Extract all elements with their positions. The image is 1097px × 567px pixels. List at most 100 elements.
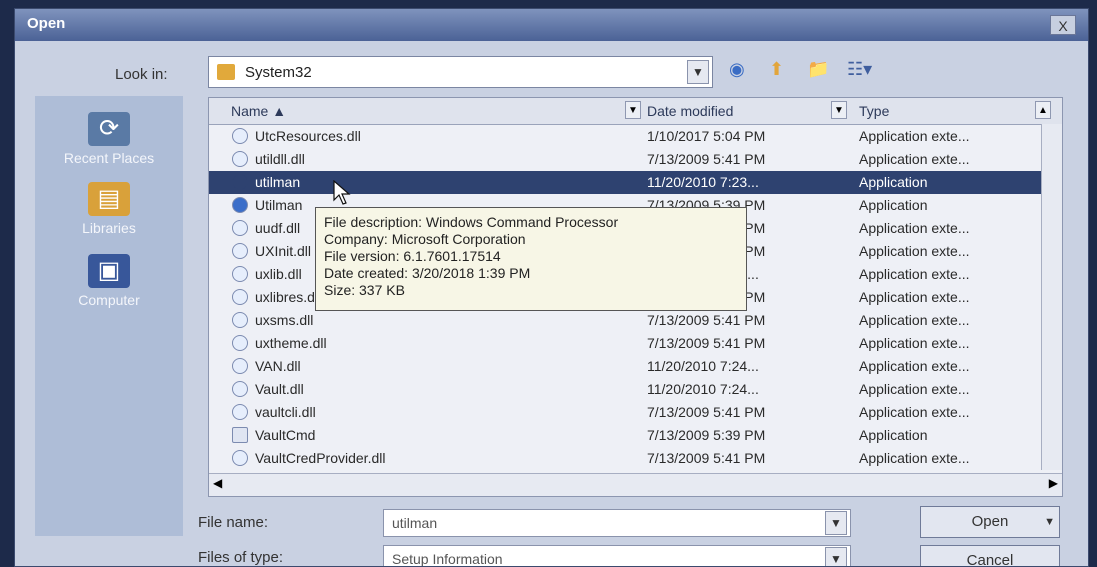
file-name: vaultcli.dll	[255, 404, 316, 420]
cancel-button-label: Cancel	[966, 552, 1014, 567]
file-name-input[interactable]: utilman ▼	[383, 509, 851, 537]
file-date: 1/10/2017 5:04 PM	[647, 128, 766, 144]
new-folder-icon[interactable]: 📁	[807, 59, 829, 80]
list-item[interactable]: VaultCredProvider.dll 7/13/2009 5:41 PM Ap…	[209, 447, 1044, 470]
place-label: Computer	[78, 292, 140, 308]
file-type: Application	[859, 174, 928, 190]
file-date: 7/13/2009 5:41 PM	[647, 151, 766, 167]
file-name: VaultCredProvider.dll	[255, 450, 386, 466]
place-libraries[interactable]: ▤ Libraries	[35, 182, 183, 236]
file-date: 7/13/2009 5:41 PM	[647, 312, 766, 328]
look-in-label: Look in:	[115, 66, 168, 83]
column-type[interactable]: Type	[859, 98, 889, 124]
file-type: Application exte...	[859, 220, 970, 236]
place-label: Libraries	[82, 220, 136, 236]
cancel-button[interactable]: Cancel	[920, 545, 1060, 567]
computer-icon: ▣	[88, 254, 130, 288]
file-date: 11/20/2010 7:24...	[647, 358, 759, 374]
file-info-tooltip: File description: Windows Command Proces…	[315, 207, 747, 311]
close-button[interactable]: X	[1050, 15, 1076, 35]
dll-file-icon	[232, 128, 248, 144]
application-file-icon	[232, 174, 248, 190]
file-name: utildll.dll	[255, 151, 305, 167]
file-type: Application exte...	[859, 404, 970, 420]
place-label: Recent Places	[63, 150, 155, 166]
file-name: VAN.dll	[255, 358, 301, 374]
dll-file-icon	[232, 266, 248, 282]
file-date: 7/13/2009 5:41 PM	[647, 335, 766, 351]
places-bar: ⟳ Recent Places ▤ Libraries ▣ Computer	[35, 96, 183, 536]
folder-icon	[217, 64, 235, 80]
place-computer[interactable]: ▣ Computer	[35, 254, 183, 308]
file-name: uxtheme.dll	[255, 335, 327, 351]
view-menu-icon[interactable]: ☷▾	[847, 59, 872, 80]
file-name: UtcResources.dll	[255, 128, 361, 144]
tooltip-created: Date created: 3/20/2018 1:39 PM	[324, 265, 531, 281]
name-filter-icon[interactable]: ▼	[625, 101, 641, 119]
file-list-header: Name ▲ ▼ Date modified ▼ Type ▲	[209, 98, 1062, 125]
chevron-down-icon[interactable]: ▼	[1044, 507, 1055, 537]
look-in-value: System32	[245, 64, 312, 81]
column-name[interactable]: Name ▲	[231, 98, 286, 124]
chevron-down-icon[interactable]: ▼	[825, 511, 847, 535]
file-date: 7/13/2009 5:41 PM	[647, 404, 766, 420]
dll-file-icon	[232, 312, 248, 328]
list-item[interactable]: utildll.dll 7/13/2009 5:41 PM Application …	[209, 148, 1044, 171]
look-in-combo[interactable]: System32 ▼	[208, 56, 713, 88]
file-type-select[interactable]: Setup Information ▼	[383, 545, 851, 567]
libraries-icon: ▤	[88, 182, 130, 216]
dll-file-icon	[232, 381, 248, 397]
open-dialog: Open X Look in: System32 ▼ ◉ ⬆ 📁 ☷▾ ⟳ Re…	[14, 8, 1089, 567]
list-item[interactable]: Vault.dll 11/20/2010 7:24... Application e…	[209, 378, 1044, 401]
open-button[interactable]: Open ▼	[920, 506, 1060, 538]
mouse-cursor	[333, 180, 351, 205]
dll-file-icon	[232, 243, 248, 259]
file-date: 7/13/2009 5:41 PM	[647, 450, 766, 466]
list-item[interactable]: VaultCmd 7/13/2009 5:39 PM Application	[209, 424, 1044, 447]
dll-file-icon	[232, 358, 248, 374]
list-item[interactable]: VAN.dll 11/20/2010 7:24... Application ext…	[209, 355, 1044, 378]
file-type: Application exte...	[859, 128, 970, 144]
file-name: Vault.dll	[255, 381, 304, 397]
chevron-down-icon[interactable]: ▼	[687, 60, 709, 84]
date-filter-icon[interactable]: ▼	[831, 101, 847, 119]
chevron-down-icon[interactable]: ▼	[825, 547, 847, 566]
file-type-value: Setup Information	[392, 551, 503, 567]
file-type: Application	[859, 427, 928, 443]
horizontal-scrollbar[interactable]: ◀ ▶	[209, 473, 1062, 496]
list-item[interactable]: UtcResources.dll 1/10/2017 5:04 PM Applica…	[209, 125, 1044, 148]
dll-file-icon	[232, 335, 248, 351]
recent-places-icon: ⟳	[88, 112, 130, 146]
vertical-scrollbar[interactable]	[1041, 124, 1062, 470]
file-date: 7/13/2009 5:39 PM	[647, 427, 766, 443]
file-type: Application exte...	[859, 335, 970, 351]
dll-file-icon	[232, 404, 248, 420]
file-type: Application exte...	[859, 266, 970, 282]
file-name-value: utilman	[392, 515, 438, 531]
file-type: Application exte...	[859, 381, 970, 397]
file-name: utilman	[255, 174, 301, 190]
up-folder-icon[interactable]: ⬆	[769, 59, 784, 80]
open-button-label: Open	[971, 513, 1009, 530]
tooltip-description: File description: Windows Command Proces…	[324, 214, 619, 230]
dll-file-icon	[232, 450, 248, 466]
list-item[interactable]: uxsms.dll 7/13/2009 5:41 PM Application ex…	[209, 309, 1044, 332]
list-item[interactable]: vaultcli.dll 7/13/2009 5:41 PM Application…	[209, 401, 1044, 424]
file-type-label: Files of type:	[198, 549, 284, 566]
scroll-right-icon[interactable]: ▶	[1049, 476, 1058, 490]
scroll-left-icon[interactable]: ◀	[213, 476, 222, 490]
file-type: Application exte...	[859, 450, 970, 466]
console-app-icon	[232, 427, 248, 443]
file-type: Application exte...	[859, 289, 970, 305]
column-date-modified[interactable]: Date modified	[647, 98, 733, 124]
file-type: Application exte...	[859, 243, 970, 259]
dll-file-icon	[232, 151, 248, 167]
scroll-up-icon[interactable]: ▲	[1035, 101, 1051, 119]
back-icon[interactable]: ◉	[729, 59, 745, 80]
tooltip-size: Size: 337 KB	[324, 282, 405, 298]
list-item[interactable]: uxtheme.dll 7/13/2009 5:41 PM Application …	[209, 332, 1044, 355]
file-name: uxsms.dll	[255, 312, 314, 328]
file-type: Application exte...	[859, 312, 970, 328]
file-date: 11/20/2010 7:23...	[647, 174, 759, 190]
place-recent-places[interactable]: ⟳ Recent Places	[35, 112, 183, 166]
